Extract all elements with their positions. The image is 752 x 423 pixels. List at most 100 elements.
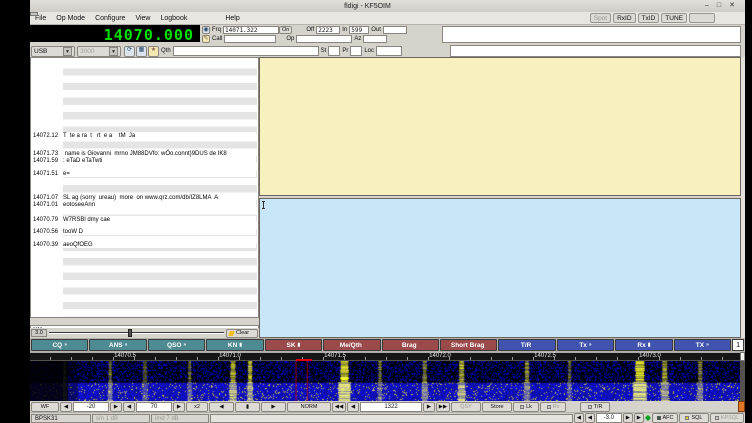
sql-toggle[interactable]: SQL xyxy=(679,413,709,423)
lower-signal-arrow-right[interactable]: ▶ xyxy=(110,402,122,412)
off-input[interactable] xyxy=(316,26,340,34)
afc-offset-value[interactable]: -3.0 xyxy=(596,413,622,423)
waterfall-display[interactable] xyxy=(30,361,740,401)
close-icon[interactable]: ✕ xyxy=(729,1,735,11)
macro-button-0[interactable]: CQ» xyxy=(31,339,88,351)
tr-toggle[interactable]: T/R xyxy=(580,402,610,412)
lower-signal-arrow-left[interactable]: ◀ xyxy=(60,402,72,412)
signal-range-value[interactable]: 70 xyxy=(136,402,172,412)
title-bar[interactable]: fldigi - KF5OIM – □ ✕ xyxy=(30,0,745,12)
rxid-toggle[interactable]: RxID xyxy=(613,13,635,23)
qth-input[interactable] xyxy=(173,46,319,56)
waterfall-scale[interactable]: 14070.5 14071.0 14071.5 14072.0 14072.5 … xyxy=(30,352,740,360)
macro-button-4[interactable]: SK▮ xyxy=(265,339,322,351)
reverse-toggle[interactable]: Rv xyxy=(540,402,566,412)
afc-step-right2[interactable]: ▶ xyxy=(634,413,644,423)
browser-line[interactable]: 14071.73 name is Giovanni mrno JM88DVfo:… xyxy=(33,150,256,157)
macro-button-5[interactable]: Me/Qth xyxy=(323,339,380,351)
waterfall-controls: WF ◀ -20 ▶ ◀ 70 ▶ x2 ◀ ▮ ▶ NORM ◀◀ ◀ 132… xyxy=(30,401,745,412)
afc-step-right[interactable]: ▶ xyxy=(623,413,633,423)
squelch-slider[interactable] xyxy=(49,329,224,337)
qrz-lookup-icon[interactable]: ★ xyxy=(148,46,159,57)
browser-line[interactable]: 14071.01eotoseeAnn xyxy=(33,201,256,208)
upper-signal-arrow-right[interactable]: ▶ xyxy=(173,402,185,412)
menu-configure[interactable]: Configure xyxy=(90,15,130,22)
spot-toggle[interactable]: Spot xyxy=(590,13,611,23)
menu-view[interactable]: View xyxy=(130,15,155,22)
browser-line[interactable]: 14071.59: eTaD eTaTwti xyxy=(33,157,256,164)
in-input[interactable] xyxy=(349,26,369,34)
edit-entry-icon[interactable]: ✎ xyxy=(202,35,210,43)
menu-help[interactable]: Help xyxy=(220,15,244,22)
upper-signal-arrow-left[interactable]: ◀ xyxy=(123,402,135,412)
minimize-icon[interactable]: – xyxy=(705,1,709,11)
logbook-icon[interactable]: ▦ xyxy=(136,46,147,57)
browser-line[interactable]: 14070.56tooW D xyxy=(33,228,256,235)
spare-button[interactable] xyxy=(689,13,715,23)
macro-button-10[interactable]: Rx▮ xyxy=(615,339,672,351)
macro-button-3[interactable]: KN▮ xyxy=(206,339,263,351)
macro-button-8[interactable]: T/R xyxy=(498,339,555,351)
kpsql-toggle[interactable]: KPSQL xyxy=(710,413,744,423)
scroll-left-button[interactable]: ◀ xyxy=(209,402,234,412)
frequency-display[interactable]: 14070.000 xyxy=(30,25,200,42)
x2-zoom-button[interactable]: x2 xyxy=(186,402,208,412)
pane-scrollbar[interactable] xyxy=(741,57,745,338)
on-button[interactable]: On xyxy=(279,26,292,34)
qsy-button[interactable]: QSY xyxy=(451,402,481,412)
carrier-frequency-value[interactable]: 1322 xyxy=(360,402,422,412)
call-input[interactable] xyxy=(224,35,276,43)
macro-button-9[interactable]: Tx» xyxy=(557,339,614,351)
afc-step-left[interactable]: ◀ xyxy=(574,413,584,423)
frq-input[interactable] xyxy=(223,26,279,34)
macro-button-11[interactable]: TX» xyxy=(674,339,731,351)
freq-list-icon[interactable]: ◉ xyxy=(202,26,210,34)
afc-toggle[interactable]: AFC xyxy=(652,413,678,423)
maximize-icon[interactable]: □ xyxy=(717,1,721,11)
store-button[interactable]: Store xyxy=(482,402,512,412)
signal-browser[interactable]: 14072.12T te a ra t rt e a tM Ja 14071.7… xyxy=(30,57,259,318)
browser-line[interactable]: 14070.79W7RSBl dmy cae xyxy=(33,216,256,223)
scroll-right-button[interactable]: ▶ xyxy=(261,402,286,412)
bandwidth-select[interactable]: 3000▼ xyxy=(77,46,121,57)
afc-step-left2[interactable]: ◀ xyxy=(585,413,595,423)
carrier-left[interactable]: ◀ xyxy=(347,402,359,412)
browser-line[interactable]: 14070.39aeoQfOEG xyxy=(33,241,256,248)
macro-button-6[interactable]: Brag xyxy=(382,339,439,351)
menu-op-mode[interactable]: Op Mode xyxy=(51,15,90,22)
clear-button[interactable]: Clear xyxy=(226,329,258,338)
signal-lower-value[interactable]: -20 xyxy=(73,402,109,412)
txid-toggle[interactable]: TxID xyxy=(638,13,660,23)
browser-line[interactable]: 14071.07SL ag (sorry ureau) more on www.… xyxy=(33,194,256,201)
menu-logbook[interactable]: Logbook xyxy=(155,15,192,22)
macro-button-7[interactable]: Short Brag xyxy=(440,339,497,351)
country-field[interactable] xyxy=(450,45,741,57)
az-input[interactable] xyxy=(363,35,387,43)
carrier-fast-right[interactable]: ▶▶ xyxy=(436,402,450,412)
lock-toggle[interactable]: Lk xyxy=(513,402,539,412)
out-input[interactable] xyxy=(383,26,407,34)
norm-speed-button[interactable]: NORM xyxy=(287,402,331,412)
center-button[interactable]: ▮ xyxy=(235,402,260,412)
macro-button-1[interactable]: ANS» xyxy=(89,339,146,351)
az-label: Az xyxy=(354,36,361,42)
macro-set-number[interactable]: 1 xyxy=(732,339,744,351)
mode-select[interactable]: USB▼ xyxy=(31,46,75,57)
mode-status-button[interactable]: BPSK31 xyxy=(31,414,91,423)
reload-icon[interactable]: ⟳ xyxy=(124,46,135,57)
wf-mode-button[interactable]: WF xyxy=(31,402,59,412)
tx-text-pane[interactable] xyxy=(259,198,741,338)
browser-line[interactable]: 14071.51e= xyxy=(33,170,256,177)
carrier-right[interactable]: ▶ xyxy=(423,402,435,412)
browser-line[interactable]: 14072.12T te a ra t rt e a tM Ja xyxy=(33,132,256,139)
notes-field[interactable] xyxy=(442,26,741,43)
pr-input[interactable] xyxy=(350,46,362,56)
st-input[interactable] xyxy=(328,46,340,56)
macro-button-2[interactable]: QSO» xyxy=(148,339,205,351)
loc-input[interactable] xyxy=(376,46,402,56)
rx-text-pane[interactable] xyxy=(259,57,741,196)
slider-handle[interactable] xyxy=(128,329,132,337)
op-input[interactable] xyxy=(296,35,352,43)
carrier-fast-left[interactable]: ◀◀ xyxy=(332,402,346,412)
tune-button[interactable]: TUNE xyxy=(661,13,687,23)
